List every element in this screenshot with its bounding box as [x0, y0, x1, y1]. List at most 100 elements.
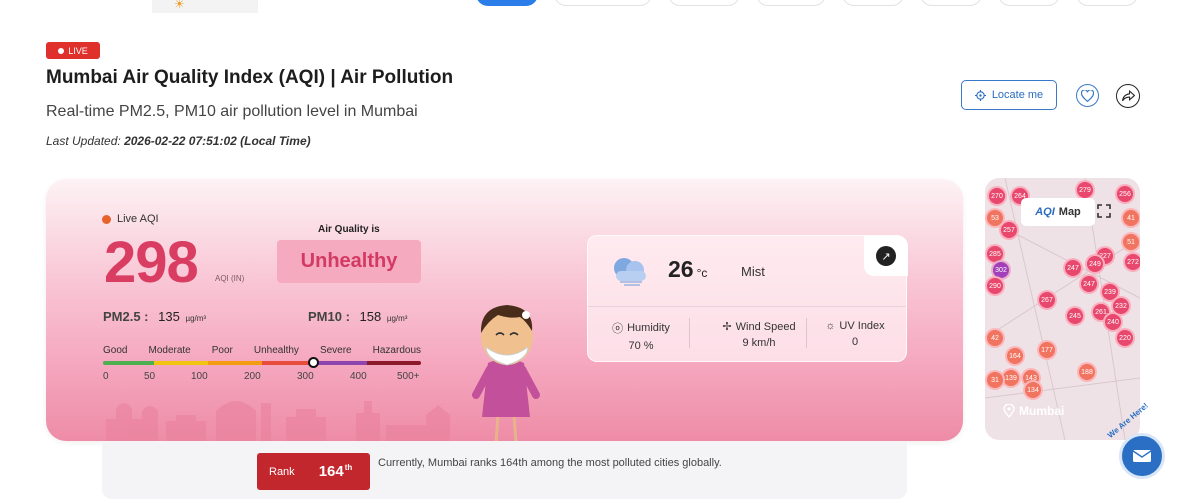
rank-value: 164th — [319, 463, 353, 480]
pm10-unit: µg/m³ — [386, 314, 408, 323]
sun-icon: ☀ — [174, 0, 185, 11]
share-button[interactable] — [1116, 84, 1140, 108]
pm10-value: 158 — [359, 309, 382, 324]
rank-label: Rank — [269, 465, 295, 478]
map-aqi-marker[interactable]: 267 — [1037, 290, 1057, 310]
windmill-icon: ✢ — [722, 321, 732, 333]
page-title: Mumbai Air Quality Index (AQI) | Air Pol… — [46, 67, 454, 88]
weather-divider — [588, 306, 906, 307]
humidity-label: Humidity — [627, 322, 670, 334]
rank-badge: Rank 164th — [257, 453, 370, 490]
stat-separator — [689, 318, 690, 348]
aqi-logo: AQI — [1035, 206, 1055, 218]
map-aqi-marker[interactable]: 249 — [1085, 254, 1105, 274]
uv-index-label: UV Index — [839, 320, 885, 332]
weather-condition: Mist — [741, 264, 765, 279]
map-aqi-marker[interactable]: 177 — [1037, 340, 1057, 360]
live-dot-icon — [58, 47, 65, 54]
uv-index-stat: ☼ UV Index 0 — [802, 320, 908, 348]
map-city-name: Mumbai — [1019, 404, 1065, 418]
map-title: Map — [1058, 206, 1081, 218]
scale-number: 0 — [103, 371, 109, 382]
rank-number: 164 — [318, 463, 344, 480]
chat-button[interactable] — [1119, 433, 1165, 479]
map-aqi-marker[interactable]: 188 — [1077, 362, 1097, 382]
aqi-scale-bar — [103, 361, 421, 365]
map-aqi-marker[interactable]: 41 — [1121, 208, 1140, 228]
wind-speed-value: 9 km/h — [742, 337, 776, 349]
weather-panel: 26 °c Mist ↗ ⓞ Humidity 70 % ✢ Wind Speed 9… — [587, 235, 908, 362]
location-pin-icon — [1003, 404, 1015, 418]
aqi-map-widget[interactable]: 270 264 279 256 257 285 302 290 227 247 249 272 247 2… — [985, 178, 1140, 440]
nav-tab[interactable] — [756, 0, 826, 6]
scale-label: Hazardous — [372, 345, 421, 356]
map-aqi-marker[interactable]: 51 — [1121, 232, 1140, 252]
pm10-label: PM10 : — [308, 309, 350, 324]
rank-description: Currently, Mumbai ranks 164th among the … — [378, 457, 722, 469]
map-aqi-marker[interactable]: 31 — [985, 370, 1005, 390]
droplet-icon: ⓞ — [612, 323, 624, 335]
mist-cloud-icon — [614, 258, 646, 286]
scale-label: Unhealthy — [253, 345, 299, 356]
nav-tab-active[interactable] — [476, 0, 538, 6]
share-icon — [1121, 90, 1135, 102]
map-aqi-marker[interactable]: 42 — [985, 328, 1005, 348]
crosshair-icon — [974, 89, 986, 101]
weather-details-button[interactable]: ↗ — [864, 236, 908, 276]
map-aqi-marker[interactable]: 245 — [1065, 306, 1085, 326]
humidity-stat: ⓞ Humidity 70 % — [588, 320, 694, 352]
aqi-card: Live AQI 298 AQI (IN) Air Quality is Unh… — [46, 179, 963, 441]
map-aqi-marker[interactable]: 247 — [1079, 274, 1099, 294]
fullscreen-icon[interactable] — [1097, 204, 1111, 218]
air-quality-label: Air Quality is — [318, 224, 380, 235]
map-aqi-marker[interactable]: 164 — [1005, 346, 1025, 366]
temperature-value: 26 — [668, 256, 694, 282]
wind-speed-label: Wind Speed — [735, 320, 796, 333]
humidity-value: 70 % — [628, 340, 654, 352]
map-aqi-marker[interactable]: 220 — [1115, 328, 1135, 348]
scale-number: 300 — [297, 371, 314, 382]
last-updated-value: 2026-02-22 07:51:02 (Local Time) — [124, 134, 311, 148]
scale-number: 400 — [350, 371, 367, 382]
pm25-label: PM2.5 : — [103, 309, 149, 324]
scale-number: 100 — [191, 371, 208, 382]
aqi-scale-marker — [308, 357, 319, 368]
map-aqi-marker[interactable]: 272 — [1123, 252, 1140, 272]
scale-number: 500+ — [397, 371, 420, 382]
scale-label: Severe — [319, 345, 352, 356]
air-quality-status: Unhealthy — [277, 240, 421, 283]
wind-speed-stat: ✢ Wind Speed 9 km/h — [706, 320, 812, 350]
map-aqi-marker[interactable]: 247 — [1063, 258, 1083, 278]
page-subtitle: Real-time PM2.5, PM10 air pollution leve… — [46, 103, 418, 120]
map-aqi-marker[interactable]: 134 — [1023, 380, 1043, 400]
map-aqi-marker[interactable]: 279 — [1075, 180, 1095, 200]
map-aqi-marker[interactable]: 53 — [985, 208, 1005, 228]
live-aqi-label: Live AQI — [102, 213, 159, 225]
theme-tab[interactable]: ☀ — [152, 0, 258, 13]
scale-number: 200 — [244, 371, 261, 382]
heart-icon — [1081, 89, 1094, 102]
map-aqi-marker[interactable]: 256 — [1115, 184, 1135, 204]
nav-tab[interactable] — [554, 0, 652, 6]
locate-me-label: Locate me — [991, 89, 1044, 101]
scale-label: Moderate — [148, 345, 191, 356]
temperature: 26 °c — [668, 256, 707, 283]
map-aqi-marker[interactable]: 270 — [987, 186, 1007, 206]
live-badge-label: LIVE — [68, 45, 88, 56]
top-nav: ☀ — [0, 0, 1200, 14]
live-badge: LIVE — [46, 42, 100, 59]
nav-tab[interactable] — [920, 0, 982, 6]
sun-uv-icon: ☼ — [825, 320, 836, 332]
scale-label: Poor — [211, 345, 233, 356]
locate-me-button[interactable]: Locate me — [961, 80, 1057, 110]
nav-tab[interactable] — [1076, 0, 1138, 6]
nav-tab[interactable] — [842, 0, 904, 6]
nav-tab[interactable] — [998, 0, 1060, 6]
rank-section: Rank 164th Currently, Mumbai ranks 164th… — [102, 441, 907, 499]
favorite-button[interactable] — [1076, 84, 1099, 107]
nav-tab[interactable] — [668, 0, 740, 6]
map-aqi-marker[interactable]: 290 — [985, 276, 1005, 296]
map-aqi-marker[interactable]: 232 — [1111, 296, 1131, 316]
map-city-label: Mumbai — [1003, 404, 1064, 418]
aqi-scale-labels: Good Moderate Poor Unhealthy Severe Haza… — [103, 345, 421, 356]
